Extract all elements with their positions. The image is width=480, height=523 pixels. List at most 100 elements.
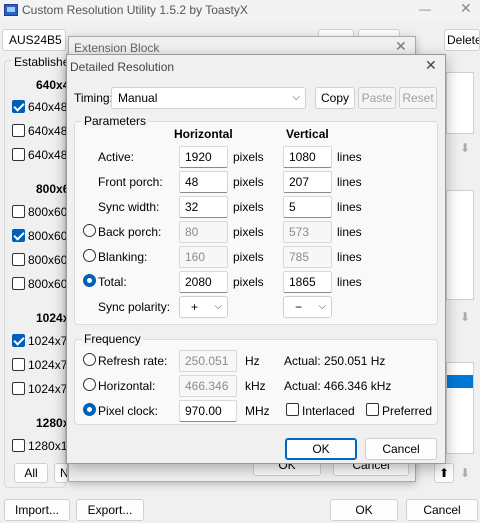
total-vertical-input[interactable]: 1865 <box>283 271 332 293</box>
blanking-horizontal-input[interactable]: 160 <box>179 246 228 268</box>
extension-down-icon[interactable]: ⬇ <box>460 466 470 480</box>
timing-select[interactable]: Manual ⌵ <box>111 87 306 109</box>
pixel-clock-radio[interactable] <box>83 403 96 416</box>
item-800-3: 800x60 <box>28 253 68 267</box>
established-label: Establishe <box>12 55 72 69</box>
detailed-down-icon[interactable]: ⬇ <box>460 141 470 155</box>
main-cancel-button[interactable]: Cancel <box>406 499 478 521</box>
item-640-3: 640x48 <box>28 148 68 162</box>
vertical-header: Vertical <box>286 127 329 141</box>
paste-button[interactable]: Paste <box>358 87 396 109</box>
total-label: Total: <box>98 275 127 289</box>
blanking-radio[interactable] <box>83 249 96 262</box>
h-polarity-select[interactable]: + ⌵ <box>179 296 228 318</box>
horizontal-freq-actual: Actual: 466.346 kHz <box>284 379 392 393</box>
blanking-label: Blanking: <box>98 250 148 264</box>
item-1280-1: 1280x1 <box>28 439 68 453</box>
interlaced-checkbox[interactable] <box>286 403 299 416</box>
v-polarity-value: − <box>295 300 303 314</box>
blanking-vertical-input[interactable]: 785 <box>283 246 332 268</box>
front-porch-v-unit: lines <box>337 175 362 189</box>
back-porch-label: Back porch: <box>98 225 162 239</box>
export-button[interactable]: Export... <box>76 499 144 521</box>
sync-width-vertical-input[interactable]: 5 <box>283 196 332 218</box>
delete-button[interactable]: Delete <box>444 29 480 51</box>
none-button[interactable]: N <box>54 463 68 483</box>
active-v-unit: lines <box>337 150 362 164</box>
active-label: Active: <box>98 150 135 164</box>
checkbox-640-2[interactable] <box>12 124 25 137</box>
back-porch-vertical-input[interactable]: 573 <box>283 221 332 243</box>
total-h-unit: pixels <box>233 275 264 289</box>
item-1024-1: 1024x7 <box>28 334 68 348</box>
extension-list-selected-row[interactable] <box>447 375 473 388</box>
checkbox-800-2[interactable] <box>12 229 25 242</box>
item-1024-3: 1024x7 <box>28 382 68 396</box>
copy-button[interactable]: Copy <box>315 87 355 109</box>
item-640-2: 640x48 <box>28 124 68 138</box>
back-porch-radio[interactable] <box>83 224 96 237</box>
back-porch-h-unit: pixels <box>233 225 264 239</box>
total-horizontal-input[interactable]: 2080 <box>179 271 228 293</box>
minimize-icon[interactable]: — <box>419 2 431 16</box>
item-1024-2: 1024x7 <box>28 358 68 372</box>
detailed-close-icon[interactable]: ✕ <box>425 58 437 72</box>
front-porch-h-unit: pixels <box>233 175 264 189</box>
refresh-rate-actual: Actual: 250.051 Hz <box>284 354 386 368</box>
extension-up-button[interactable]: ⬆ <box>434 463 454 483</box>
sync-polarity-label: Sync polarity: <box>98 300 171 314</box>
pixel-clock-label: Pixel clock: <box>98 404 159 418</box>
horizontal-header: Horizontal <box>174 127 233 141</box>
monitor-select[interactable]: AUS24B5 - R <box>2 29 66 67</box>
total-v-unit: lines <box>337 275 362 289</box>
interlaced-label: Interlaced <box>302 404 355 418</box>
checkbox-1280-1[interactable] <box>12 439 25 452</box>
checkbox-640-3[interactable] <box>12 148 25 161</box>
detailed-cancel-button[interactable]: Cancel <box>365 438 437 460</box>
all-button[interactable]: All <box>14 463 48 483</box>
parameters-label: Parameters <box>82 114 149 128</box>
sync-width-horizontal-input[interactable]: 32 <box>179 196 228 218</box>
checkbox-800-3[interactable] <box>12 253 25 266</box>
blanking-v-unit: lines <box>337 250 362 264</box>
detailed-resolution-dialog: Detailed Resolution ✕ Timing: Manual ⌵ C… <box>66 54 446 464</box>
preferred-checkbox[interactable] <box>366 403 379 416</box>
close-icon[interactable]: ✕ <box>460 1 472 15</box>
extension-close-icon[interactable]: ✕ <box>395 39 407 53</box>
group-header-1024: 1024x <box>36 311 70 325</box>
checkbox-1024-1[interactable] <box>12 334 25 347</box>
blanking-h-unit: pixels <box>233 250 264 264</box>
frequency-label: Frequency <box>82 332 143 346</box>
front-porch-horizontal-input[interactable]: 48 <box>179 171 228 193</box>
checkbox-1024-2[interactable] <box>12 358 25 371</box>
total-radio[interactable] <box>83 274 96 287</box>
item-800-4: 800x60 <box>28 277 68 291</box>
import-button[interactable]: Import... <box>4 499 70 521</box>
detailed-title: Detailed Resolution <box>70 60 175 74</box>
chevron-down-icon: ⌵ <box>318 301 326 312</box>
horizontal-freq-input[interactable]: 466.346 <box>179 375 237 397</box>
checkbox-1024-3[interactable] <box>12 382 25 395</box>
item-800-2: 800x60 <box>28 229 68 243</box>
detailed-ok-button[interactable]: OK <box>285 438 357 460</box>
checkbox-800-1[interactable] <box>12 205 25 218</box>
refresh-rate-input[interactable]: 250.051 <box>179 350 237 372</box>
sync-width-h-unit: pixels <box>233 200 264 214</box>
checkbox-800-4[interactable] <box>12 277 25 290</box>
horizontal-freq-radio[interactable] <box>83 378 96 391</box>
front-porch-vertical-input[interactable]: 207 <box>283 171 332 193</box>
active-vertical-input[interactable]: 1080 <box>283 146 332 168</box>
standard-down-icon[interactable]: ⬇ <box>460 310 470 324</box>
main-ok-button[interactable]: OK <box>330 499 398 521</box>
checkbox-640-1[interactable] <box>12 100 25 113</box>
back-porch-horizontal-input[interactable]: 80 <box>179 221 228 243</box>
timing-select-value: Manual <box>118 91 158 105</box>
group-header-800: 800x6 <box>36 182 70 196</box>
reset-button[interactable]: Reset <box>399 87 437 109</box>
active-horizontal-input[interactable]: 1920 <box>179 146 228 168</box>
pixel-clock-input[interactable]: 970.00 <box>179 400 237 422</box>
refresh-rate-radio[interactable] <box>83 353 96 366</box>
back-porch-v-unit: lines <box>337 225 362 239</box>
refresh-rate-label: Refresh rate: <box>98 354 168 368</box>
v-polarity-select[interactable]: − ⌵ <box>283 296 332 318</box>
